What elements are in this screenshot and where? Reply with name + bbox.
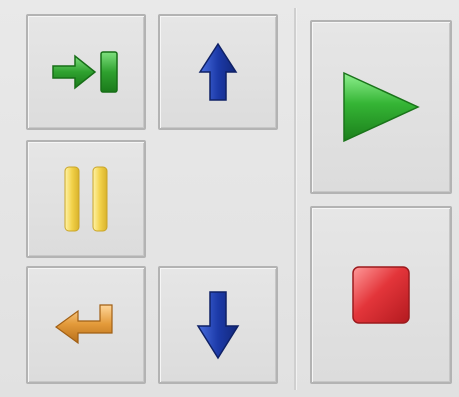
stop-icon	[352, 266, 410, 324]
media-control-panel	[0, 0, 459, 397]
return-button[interactable]	[26, 266, 146, 384]
pause-button[interactable]	[26, 140, 146, 258]
pause-icon	[64, 166, 108, 232]
step-into-icon	[52, 51, 118, 93]
arrow-up-icon	[198, 42, 238, 101]
stop-button[interactable]	[310, 206, 452, 384]
step-into-button[interactable]	[26, 14, 146, 130]
move-up-button[interactable]	[158, 14, 278, 130]
arrow-down-icon	[196, 291, 240, 360]
return-arrow-icon	[54, 304, 113, 345]
move-down-button[interactable]	[158, 266, 278, 384]
play-icon	[343, 71, 420, 143]
play-button[interactable]	[310, 20, 452, 194]
group-divider	[294, 8, 297, 390]
